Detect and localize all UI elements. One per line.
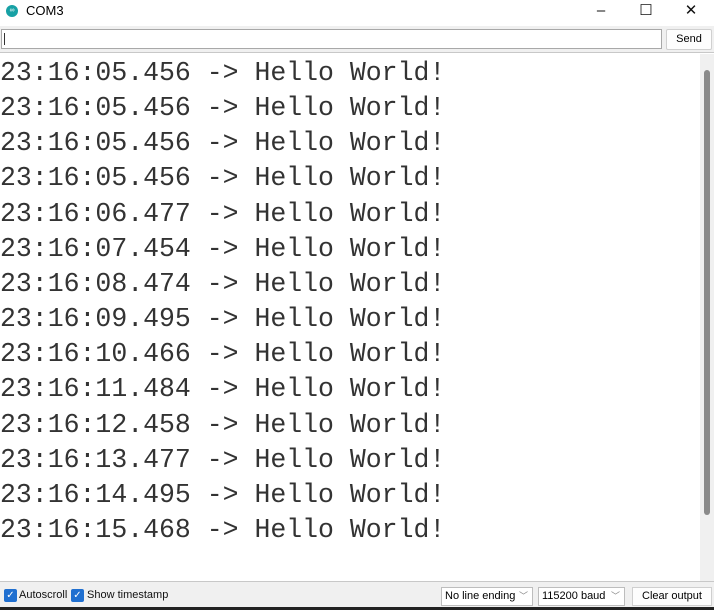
- output-line: 23:16:05.456 -> Hello World!: [0, 128, 446, 159]
- autoscroll-checkbox[interactable]: ✓: [4, 589, 17, 602]
- autoscroll-label: Autoscroll: [19, 589, 68, 601]
- title-bar: ∞ COM3 – ☐ ✕: [0, 0, 714, 26]
- chevron-down-icon: ﹀: [610, 591, 620, 601]
- serial-output: 23:16:05.456 -> Hello World! 23:16:05.456…: [0, 54, 700, 581]
- line-ending-value: No line ending: [445, 590, 516, 602]
- arduino-logo-icon: ∞: [6, 5, 18, 17]
- send-button[interactable]: Send: [666, 29, 712, 50]
- show-timestamp-checkbox[interactable]: ✓: [71, 589, 84, 602]
- send-bar: Send: [0, 26, 714, 53]
- window-title: COM3: [26, 3, 64, 18]
- output-line: 23:16:13.477 -> Hello World!: [0, 444, 446, 475]
- scrollbar-thumb[interactable]: [704, 70, 710, 515]
- output-line: 23:16:14.495 -> Hello World!: [0, 479, 446, 510]
- output-line: 23:16:05.456 -> Hello World!: [0, 58, 446, 88]
- output-line: 23:16:06.477 -> Hello World!: [0, 198, 446, 229]
- serial-input[interactable]: [1, 29, 662, 49]
- line-ending-select[interactable]: No line ending ﹀: [441, 587, 533, 606]
- output-line: 23:16:08.474 -> Hello World!: [0, 268, 446, 299]
- output-line: 23:16:05.456 -> Hello World!: [0, 163, 446, 194]
- output-line: 23:16:11.484 -> Hello World!: [0, 374, 446, 405]
- close-button[interactable]: ✕: [668, 0, 714, 24]
- baud-select[interactable]: 115200 baud ﹀: [538, 587, 625, 606]
- vertical-scrollbar[interactable]: [700, 54, 714, 581]
- output-line: 23:16:12.458 -> Hello World!: [0, 409, 446, 440]
- maximize-button[interactable]: ☐: [623, 0, 669, 24]
- baud-value: 115200 baud: [542, 590, 606, 602]
- minimize-button[interactable]: –: [578, 0, 624, 24]
- output-line: 23:16:09.495 -> Hello World!: [0, 304, 446, 335]
- show-timestamp-label: Show timestamp: [87, 589, 169, 601]
- footer-bar: ✓ Autoscroll ✓ Show timestamp No line en…: [0, 581, 714, 610]
- chevron-down-icon: ﹀: [518, 591, 528, 601]
- text-caret: [4, 33, 5, 45]
- clear-output-button[interactable]: Clear output: [632, 587, 712, 606]
- output-line: 23:16:05.456 -> Hello World!: [0, 93, 446, 124]
- output-line: 23:16:15.468 -> Hello World!: [0, 514, 446, 545]
- output-line: 23:16:07.454 -> Hello World!: [0, 233, 446, 264]
- output-line: 23:16:10.466 -> Hello World!: [0, 339, 446, 370]
